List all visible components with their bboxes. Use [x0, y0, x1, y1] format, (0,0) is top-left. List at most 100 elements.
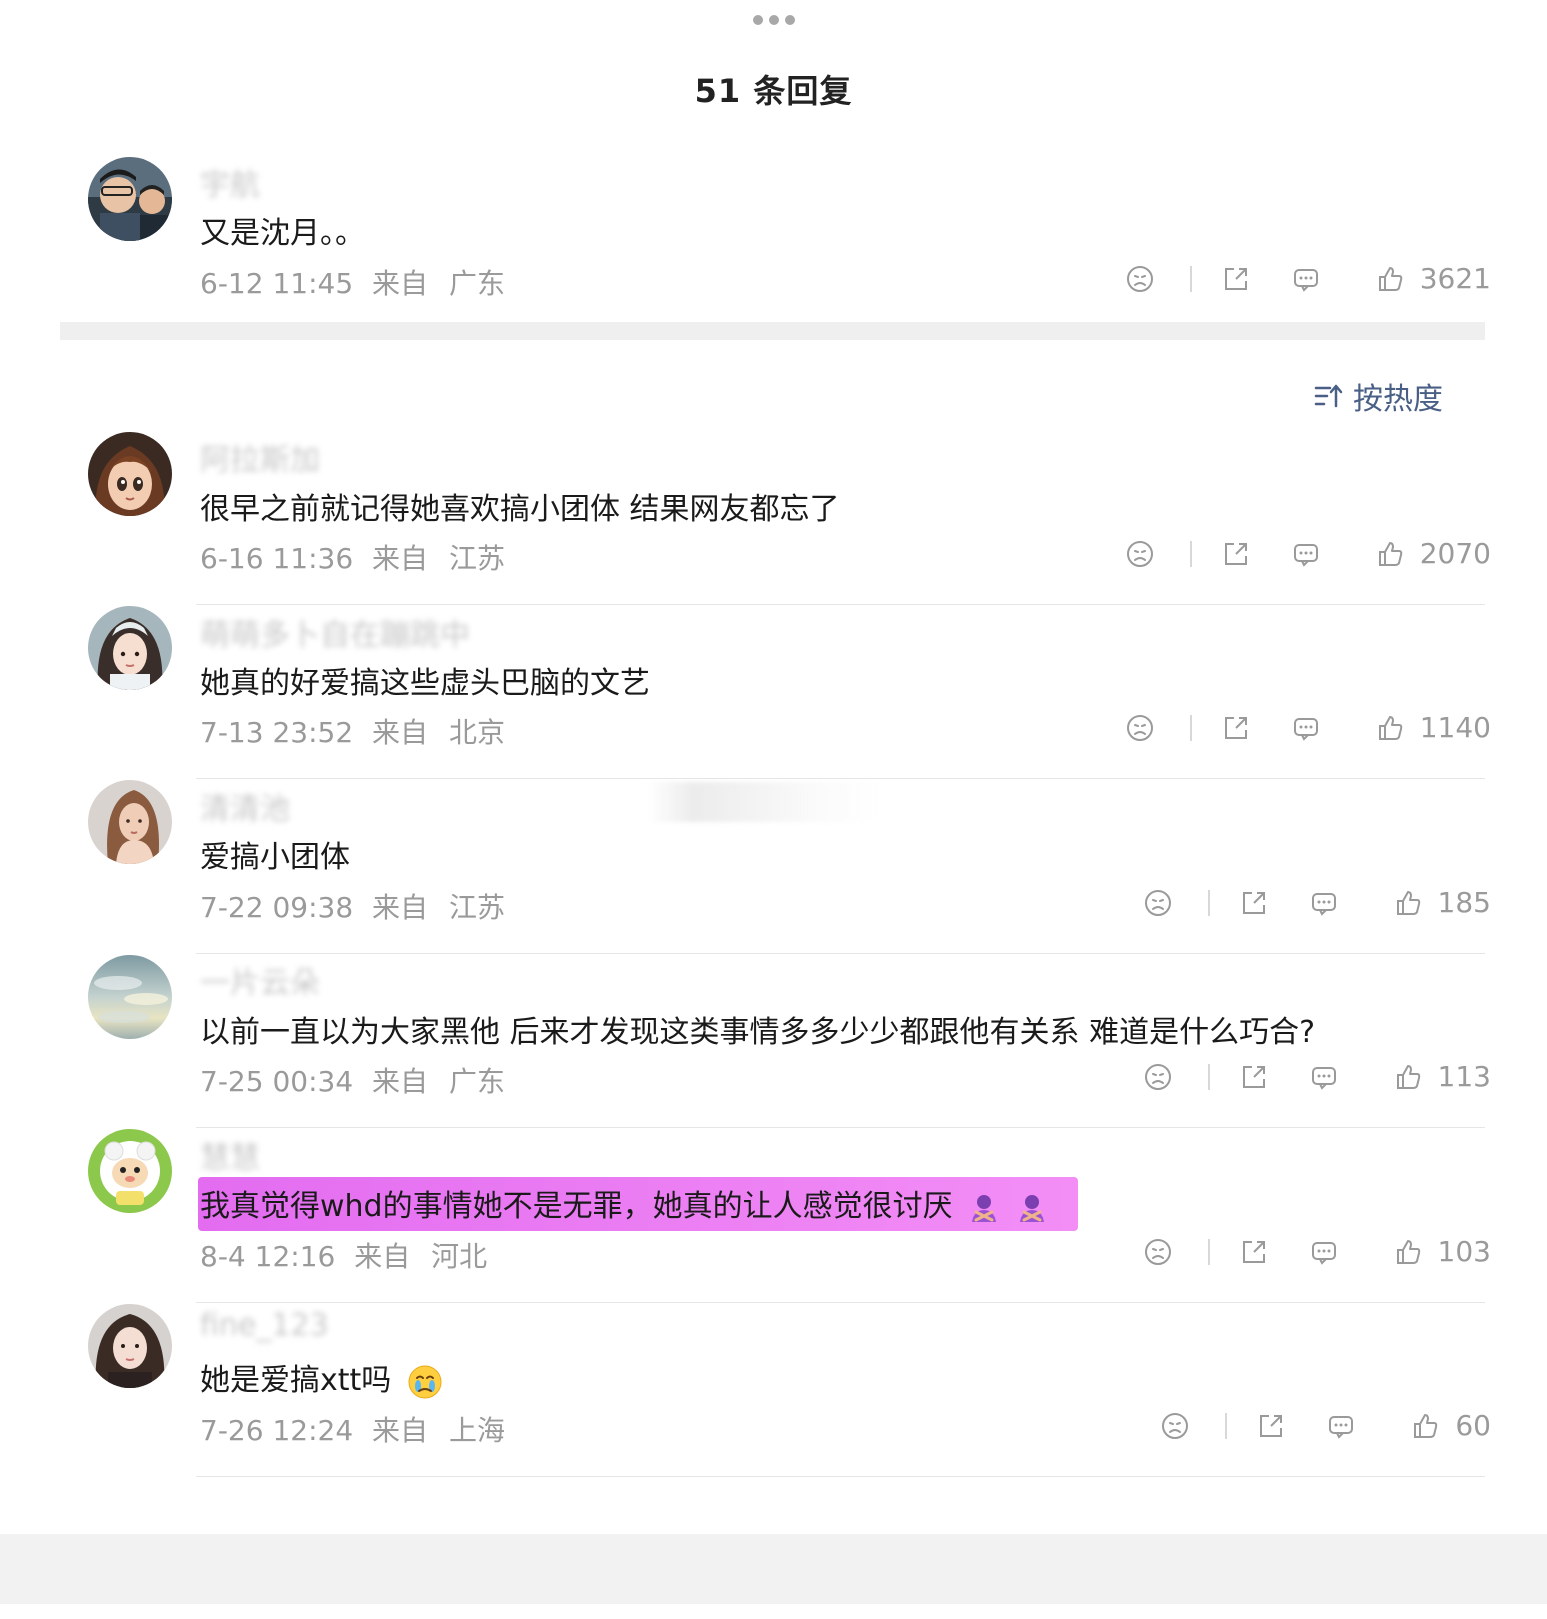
bottom-bar — [0, 1534, 1547, 1604]
from-label: 来自 — [372, 716, 429, 749]
separator — [1189, 265, 1192, 292]
timestamp: 7-22 09:38 — [200, 891, 354, 924]
thumbs-up-icon[interactable] — [1374, 712, 1406, 744]
username[interactable]: 清清池 — [200, 784, 290, 828]
separator — [1207, 889, 1210, 916]
gesture-emoji-icon — [972, 1194, 997, 1222]
share-icon[interactable] — [1238, 887, 1270, 919]
dot — [752, 15, 763, 25]
thumbs-up-icon[interactable] — [1374, 538, 1406, 570]
location: 江苏 — [448, 542, 505, 575]
dot — [768, 15, 779, 25]
share-icon[interactable] — [1220, 263, 1252, 295]
username[interactable]: 慧慧 — [200, 1133, 260, 1177]
comment-icon[interactable] — [1290, 538, 1322, 570]
action-bar: 2070 — [1124, 537, 1491, 570]
action-bar: 60 — [1159, 1409, 1491, 1442]
comment-meta: 8-4 12:16 来自 河北 — [200, 1235, 487, 1275]
sad-face-icon[interactable] — [1159, 1410, 1191, 1442]
sort-button[interactable]: 按热度 — [1313, 374, 1443, 418]
share-icon[interactable] — [1220, 712, 1252, 744]
location: 广东 — [448, 267, 505, 300]
comment-icon[interactable] — [1308, 1061, 1340, 1093]
page-title: 51 条回复 — [694, 72, 853, 110]
comment-icon[interactable] — [1308, 887, 1340, 919]
sad-face-icon[interactable] — [1124, 538, 1156, 570]
action-bar: 1140 — [1124, 711, 1491, 744]
from-label: 来自 — [372, 542, 429, 575]
like-count: 60 — [1455, 1409, 1491, 1442]
location: 广东 — [448, 1065, 505, 1098]
comment-text: 她是爱搞xtt吗 — [200, 1363, 392, 1398]
more-dots-icon[interactable] — [0, 8, 1547, 32]
timestamp: 7-26 12:24 — [200, 1414, 354, 1447]
comment-icon[interactable] — [1290, 263, 1322, 295]
avatar[interactable] — [88, 432, 172, 516]
avatar[interactable] — [88, 606, 172, 690]
divider — [196, 953, 1485, 954]
action-bar: 113 — [1142, 1060, 1491, 1093]
location: 河北 — [431, 1240, 488, 1273]
thumbs-up-icon[interactable] — [1392, 1061, 1424, 1093]
sad-face-icon[interactable] — [1142, 887, 1174, 919]
comment-icon[interactable] — [1308, 1236, 1340, 1268]
separator — [1207, 1063, 1210, 1090]
username[interactable]: fine_123 — [200, 1308, 329, 1343]
gesture-emoji-icon — [1019, 1194, 1044, 1222]
separator — [1207, 1238, 1210, 1265]
sad-face-icon[interactable] — [1142, 1236, 1174, 1268]
location: 北京 — [448, 716, 505, 749]
share-icon[interactable] — [1255, 1410, 1287, 1442]
comment-content: 我真觉得whd的事情她不是无罪，她真的让人感觉很讨厌 — [198, 1177, 1078, 1231]
from-label: 来自 — [372, 1414, 429, 1447]
thumbs-up-icon[interactable] — [1392, 887, 1424, 919]
timestamp: 8-4 12:16 — [200, 1240, 336, 1273]
from-label: 来自 — [372, 1065, 429, 1098]
action-bar: 185 — [1142, 886, 1491, 919]
sad-face-icon[interactable] — [1124, 263, 1156, 295]
like-count: 2070 — [1419, 537, 1491, 570]
comment-content: 爱搞小团体 — [200, 840, 350, 875]
like-count: 1140 — [1419, 711, 1491, 744]
avatar[interactable] — [88, 780, 172, 864]
divider — [196, 604, 1485, 605]
sad-face-icon[interactable] — [1142, 1061, 1174, 1093]
highlighted-text: 我真觉得whd的事情她不是无罪，她真的让人感觉很讨厌 — [200, 1189, 953, 1224]
comment-meta: 6-12 11:45 来自 广东 — [200, 262, 505, 302]
like-count: 103 — [1437, 1235, 1491, 1268]
comment-content: 又是沈月。。 — [200, 216, 365, 251]
timestamp: 6-12 11:45 — [200, 267, 354, 300]
divider — [196, 778, 1485, 779]
thumbs-up-icon[interactable] — [1409, 1410, 1441, 1442]
comment-icon[interactable] — [1325, 1410, 1357, 1442]
avatar[interactable] — [88, 1129, 172, 1213]
comment-content: 她真的好爱搞这些虚头巴脑的文艺 — [200, 666, 650, 701]
comment-icon[interactable] — [1290, 712, 1322, 744]
thumbs-up-icon[interactable] — [1374, 263, 1406, 295]
avatar[interactable] — [88, 955, 172, 1039]
username[interactable]: 宇航 — [200, 160, 260, 204]
share-icon[interactable] — [1238, 1236, 1270, 1268]
share-icon[interactable] — [1220, 538, 1252, 570]
location: 江苏 — [448, 891, 505, 924]
username[interactable]: 一片云朵 — [200, 958, 320, 1002]
avatar[interactable] — [88, 1304, 172, 1388]
thumbs-up-icon[interactable] — [1392, 1236, 1424, 1268]
separator — [1225, 1412, 1228, 1439]
comment-content: 很早之前就记得她喜欢搞小团体 结果网友都忘了 — [200, 492, 840, 527]
divider — [196, 1127, 1485, 1128]
sad-face-icon[interactable] — [1124, 712, 1156, 744]
username[interactable]: 萌萌多卜自在蹦跳中 — [200, 610, 470, 654]
share-icon[interactable] — [1238, 1061, 1270, 1093]
avatar[interactable] — [88, 157, 172, 241]
action-bar: 3621 — [1124, 262, 1491, 295]
username[interactable]: 阿拉斯加 — [200, 435, 320, 479]
action-bar: 103 — [1142, 1235, 1491, 1268]
like-count: 3621 — [1419, 262, 1491, 295]
comment-content: 她是爱搞xtt吗 — [200, 1355, 443, 1400]
sort-icon — [1314, 384, 1343, 408]
divider — [196, 1302, 1485, 1303]
location: 上海 — [448, 1414, 505, 1447]
timestamp: 6-16 11:36 — [200, 542, 354, 575]
sort-label: 按热度 — [1353, 382, 1443, 417]
